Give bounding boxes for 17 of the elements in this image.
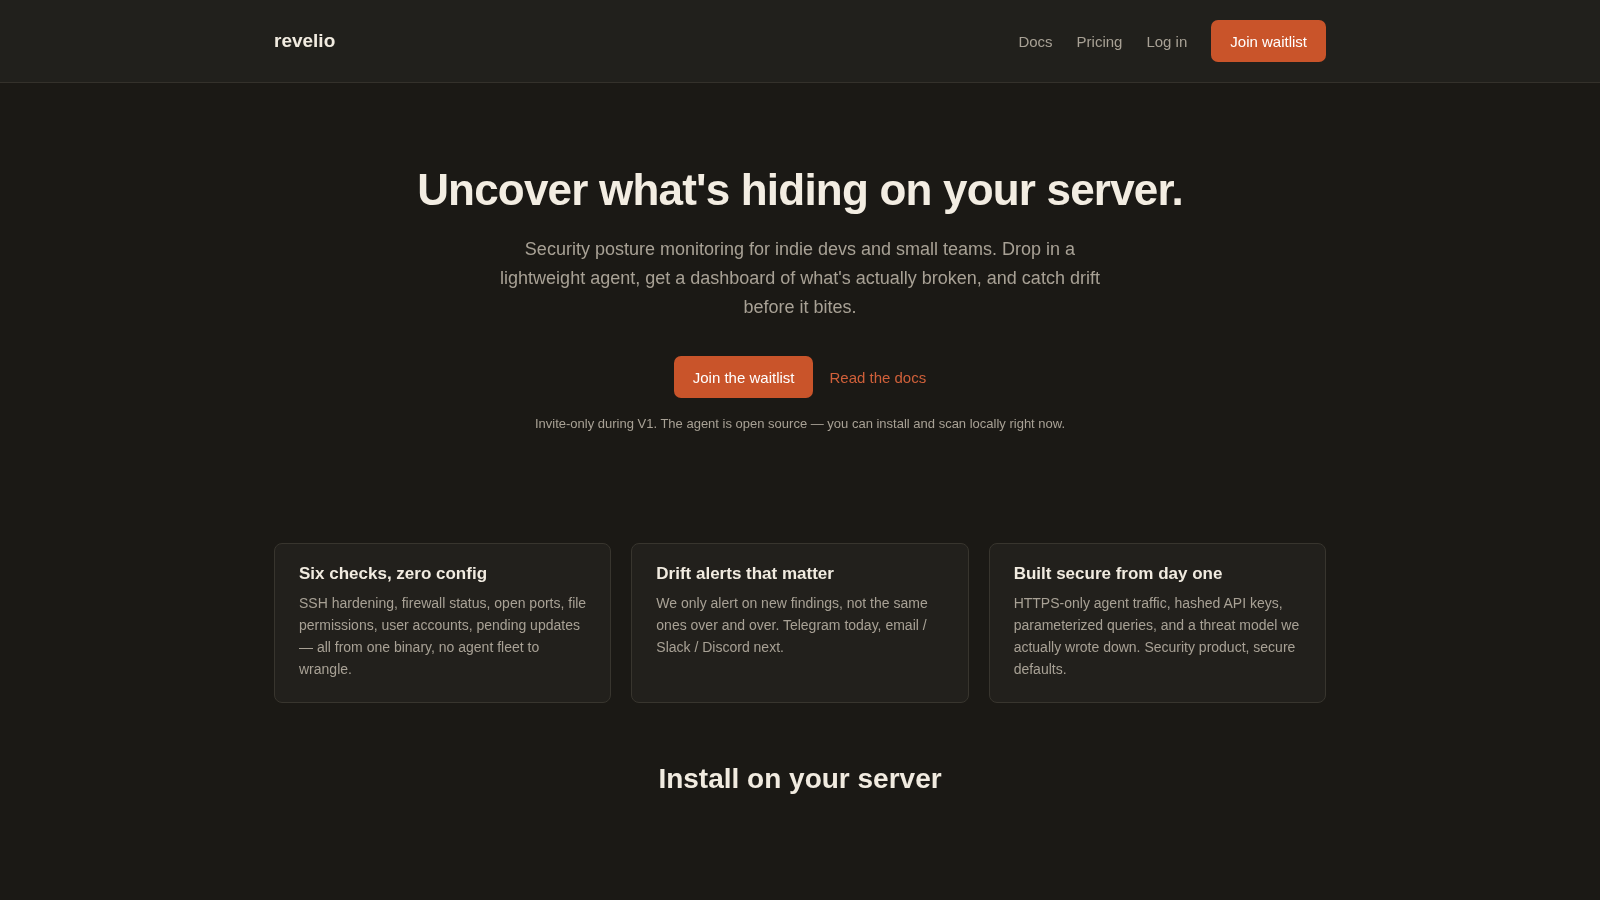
feature-title: Drift alerts that matter [656,564,835,584]
hero-subtitle: Security posture monitoring for indie devs and small teams. Drop in a lightweight agent, get a dashboard of what's actually broken, and catch drift before it bites. [499,238,1101,319]
invite-note: Invite-only during V1. The agent is open source — you can install and scan locally right now. [534,416,1066,431]
nav-link[interactable]: Docs [1018,32,1053,50]
read-the-docs-link[interactable]: Read the docs [829,368,927,386]
feature-description: We only alert on new findings, not the same ones over and over. Telegram today, email / Slack / Discord next. [656,594,929,657]
logo[interactable]: revelio [274,30,336,52]
nav-link[interactable]: Pricing [1076,32,1123,50]
feature-title: Six checks, zero config [299,564,488,584]
join-the-waitlist-button[interactable]: Join the waitlist [673,356,814,398]
join-waitlist-button[interactable]: Join waitlist [1211,20,1326,62]
feature-title: Built secure from day one [1013,564,1224,584]
nav-link[interactable]: Log in [1146,32,1188,50]
feature-description: SSH hardening, firewall status, open ports, file permissions, user accounts, pending updates — all from one binary, no agent fleet to wrangle. [299,594,587,679]
install-heading: Install on your server [657,763,943,795]
feature-description: HTTPS-only agent traffic, hashed API keys, parameterized queries, and a threat model we actually wrote down. Security product, secure defaults. [1013,594,1301,679]
hero-title: Uncover what's hiding on your server. [417,165,1183,215]
